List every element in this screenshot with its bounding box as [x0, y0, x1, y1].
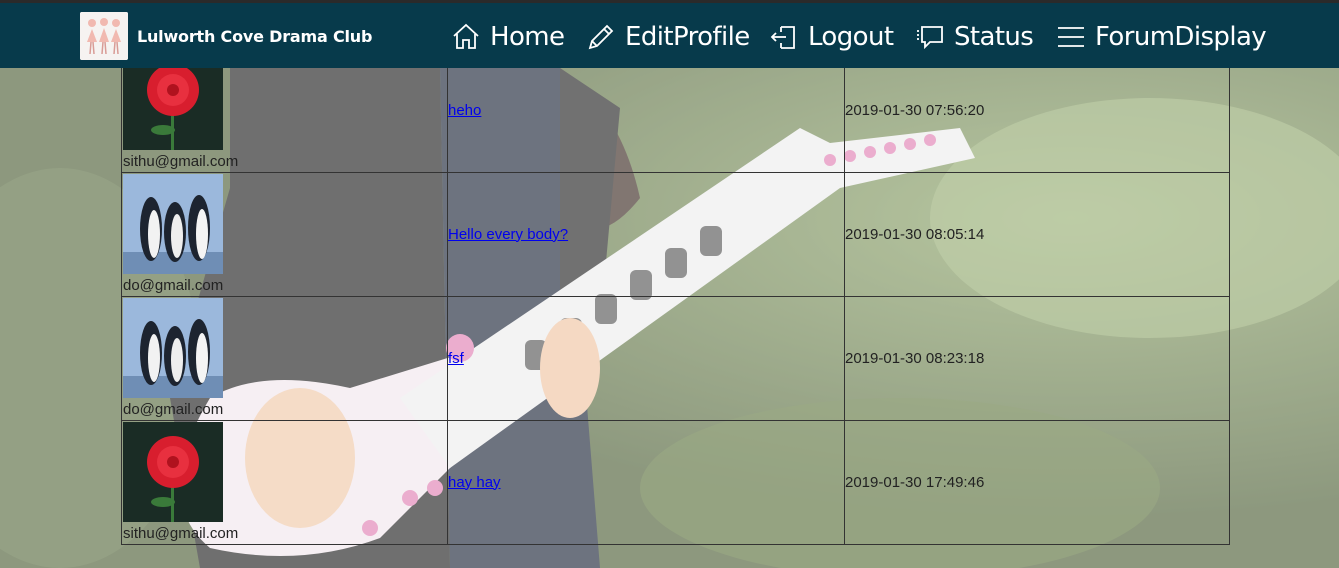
message-link[interactable]: fsf	[448, 350, 464, 367]
menu-icon	[1055, 21, 1087, 53]
user-email: sithu@gmail.com	[123, 525, 239, 542]
timestamp-cell: 2019-01-30 17:49:46	[844, 420, 1230, 545]
user-email: do@gmail.com	[123, 277, 224, 294]
nav-editprofile[interactable]: EditProfile	[585, 19, 750, 55]
chat-icon	[914, 21, 946, 53]
navbar: Lulworth Cove Drama Club Home EditProfil…	[0, 3, 1339, 68]
brand-title[interactable]: Lulworth Cove Drama Club	[137, 27, 372, 46]
timestamp-cell: 2019-01-30 08:23:18	[844, 296, 1230, 421]
nav-logout-label: Logout	[808, 22, 894, 52]
nav-status[interactable]: Status	[914, 19, 1034, 55]
flower-avatar	[123, 422, 223, 522]
user-email: sithu@gmail.com	[123, 153, 239, 170]
forum-table: sithu@gmail.com heho 2019-01-30 07:56:20…	[121, 48, 1230, 545]
club-logo[interactable]	[80, 12, 128, 60]
message-cell: fsf	[447, 296, 845, 421]
nav-forumdisplay[interactable]: ForumDisplay	[1055, 19, 1267, 55]
timestamp-cell: 2019-01-30 08:05:14	[844, 172, 1230, 297]
message-link[interactable]: hay hay	[448, 474, 501, 491]
home-icon	[450, 21, 482, 53]
user-cell: do@gmail.com	[121, 296, 448, 421]
pencil-icon	[585, 21, 617, 53]
message-cell: hay hay	[447, 420, 845, 545]
nav-status-label: Status	[954, 22, 1034, 52]
penguin-avatar	[123, 298, 223, 398]
user-cell: do@gmail.com	[121, 172, 448, 297]
table-row: do@gmail.com Hello every body? 2019-01-3…	[121, 172, 1230, 297]
message-link[interactable]: heho	[448, 102, 481, 119]
nav-home-label: Home	[490, 22, 565, 52]
nav-logout[interactable]: Logout	[768, 19, 894, 55]
user-cell: sithu@gmail.com	[121, 420, 448, 545]
table-row: do@gmail.com fsf 2019-01-30 08:23:18	[121, 296, 1230, 421]
table-row: sithu@gmail.com hay hay 2019-01-30 17:49…	[121, 420, 1230, 545]
message-cell: Hello every body?	[447, 172, 845, 297]
nav-home[interactable]: Home	[450, 19, 565, 55]
user-email: do@gmail.com	[123, 401, 224, 418]
nav-forumdisplay-label: ForumDisplay	[1095, 22, 1267, 52]
logout-icon	[768, 21, 800, 53]
penguin-avatar	[123, 174, 223, 274]
nav-editprofile-label: EditProfile	[625, 22, 750, 52]
message-link[interactable]: Hello every body?	[448, 226, 568, 243]
